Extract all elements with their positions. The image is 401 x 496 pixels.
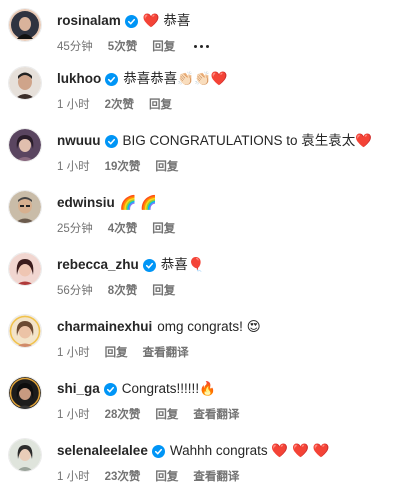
verified-badge-icon bbox=[105, 72, 119, 86]
comment-time: 1 小时 bbox=[57, 471, 90, 483]
comment-time: 45分钟 bbox=[57, 41, 93, 53]
avatar[interactable] bbox=[9, 253, 41, 285]
comment-item: shi_ga Congrats!!!!!!🔥 1 小时 28次赞 回复 查看翻译 bbox=[0, 372, 401, 434]
reply-button[interactable]: 回复 bbox=[105, 344, 128, 360]
comment-item: selenaleelalee Wahhh congrats ❤️ ❤️ ❤️ 1… bbox=[0, 434, 401, 496]
comment-time: 1 小时 bbox=[57, 161, 90, 173]
comment-item: charmainexhui omg congrats! 😍 1 小时 回复 查看… bbox=[0, 310, 401, 372]
username[interactable]: rebecca_zhu bbox=[57, 257, 139, 273]
comment-text: BIG CONGRATULATIONS to 袁生袁太❤️ bbox=[122, 133, 373, 148]
comment-time: 1 小时 bbox=[57, 347, 90, 359]
verified-badge-icon bbox=[124, 14, 138, 28]
comment-item: edwinsiu 🌈 🌈 25分钟 4次赞 回复 bbox=[0, 186, 401, 248]
username[interactable]: lukhoo bbox=[57, 71, 101, 87]
comment-time: 1 小时 bbox=[57, 409, 90, 421]
comment-text: Wahhh congrats ❤️ ❤️ ❤️ bbox=[169, 443, 330, 458]
username[interactable]: nwuuu bbox=[57, 133, 101, 149]
comment-time: 25分钟 bbox=[57, 223, 93, 235]
avatar[interactable] bbox=[9, 377, 41, 409]
likes-count[interactable]: 2次赞 bbox=[105, 96, 134, 112]
comment-item: rosinalam ❤️ 恭喜 45分钟 5次赞 回复 bbox=[0, 4, 401, 66]
likes-count[interactable]: 28次赞 bbox=[105, 406, 141, 422]
likes-count[interactable]: 5次赞 bbox=[108, 38, 137, 54]
reply-button[interactable]: 回复 bbox=[155, 468, 178, 484]
comment-item: lukhoo 恭喜恭喜👏🏻👏🏻❤️ 1 小时 2次赞 回复 bbox=[0, 62, 401, 124]
username[interactable]: shi_ga bbox=[57, 381, 100, 397]
username[interactable]: selenaleelalee bbox=[57, 443, 148, 459]
reply-button[interactable]: 回复 bbox=[152, 38, 175, 54]
reply-button[interactable]: 回复 bbox=[152, 282, 175, 298]
reply-button[interactable]: 回复 bbox=[152, 220, 175, 236]
more-dots-icon[interactable] bbox=[194, 44, 210, 48]
avatar[interactable] bbox=[9, 67, 41, 99]
comment-text: 恭喜🎈 bbox=[160, 257, 205, 272]
username[interactable]: charmainexhui bbox=[57, 319, 152, 335]
comment-text: 🌈 🌈 bbox=[119, 195, 158, 210]
verified-badge-icon bbox=[104, 134, 118, 148]
username[interactable]: edwinsiu bbox=[57, 195, 115, 211]
likes-count[interactable]: 23次赞 bbox=[105, 468, 141, 484]
comment-time: 56分钟 bbox=[57, 285, 93, 297]
comment-list: rosinalam ❤️ 恭喜 45分钟 5次赞 回复 lukhoo 恭喜恭喜👏… bbox=[0, 0, 401, 486]
verified-badge-icon bbox=[151, 444, 165, 458]
likes-count[interactable]: 8次赞 bbox=[108, 282, 137, 298]
see-translation-button[interactable]: 查看翻译 bbox=[193, 406, 239, 422]
comment-text: ❤️ 恭喜 bbox=[142, 13, 191, 28]
comment-text: 恭喜恭喜👏🏻👏🏻❤️ bbox=[123, 71, 228, 86]
avatar[interactable] bbox=[9, 9, 41, 41]
avatar[interactable] bbox=[9, 129, 41, 161]
comment-time: 1 小时 bbox=[57, 99, 90, 111]
reply-button[interactable]: 回复 bbox=[155, 158, 178, 174]
see-translation-button[interactable]: 查看翻译 bbox=[193, 468, 239, 484]
comment-text: omg congrats! 😍 bbox=[157, 319, 261, 334]
avatar[interactable] bbox=[9, 191, 41, 223]
verified-badge-icon bbox=[103, 382, 117, 396]
see-translation-button[interactable]: 查看翻译 bbox=[143, 344, 189, 360]
comment-item: rebecca_zhu 恭喜🎈 56分钟 8次赞 回复 bbox=[0, 248, 401, 310]
avatar[interactable] bbox=[9, 315, 41, 347]
comment-text: Congrats!!!!!!🔥 bbox=[121, 381, 216, 396]
username[interactable]: rosinalam bbox=[57, 13, 121, 29]
avatar[interactable] bbox=[9, 439, 41, 471]
reply-button[interactable]: 回复 bbox=[149, 96, 172, 112]
reply-button[interactable]: 回复 bbox=[155, 406, 178, 422]
verified-badge-icon bbox=[142, 258, 156, 272]
likes-count[interactable]: 19次赞 bbox=[105, 158, 141, 174]
likes-count[interactable]: 4次赞 bbox=[108, 220, 137, 236]
comment-item: nwuuu BIG CONGRATULATIONS to 袁生袁太❤️ 1 小时… bbox=[0, 124, 401, 186]
